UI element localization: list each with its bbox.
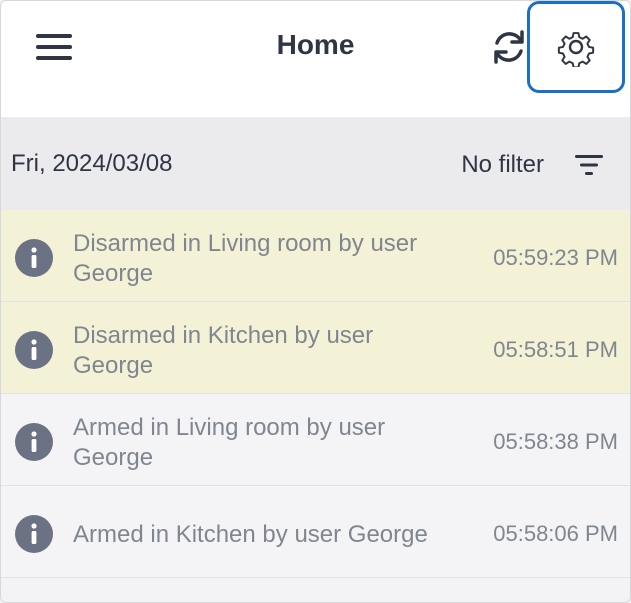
info-icon [15,515,53,553]
event-row[interactable]: Armed in Living room by user George 05:5… [1,394,630,486]
event-row[interactable]: Armed in Kitchen by user George 05:58:06… [1,486,630,578]
event-row[interactable]: Disarmed in Kitchen by user George 05:58… [1,302,630,394]
settings-button[interactable] [527,1,625,93]
refresh-icon [494,30,524,64]
info-icon [15,331,53,369]
date-label: Fri, 2024/03/08 [11,150,173,177]
event-time: 05:59:23 PM [493,245,618,270]
event-time: 05:58:38 PM [493,429,618,454]
filter-bar: Fri, 2024/03/08 No filter [1,117,630,210]
info-icon [15,239,53,277]
event-message: Armed in Living room by user George [73,414,386,471]
refresh-button[interactable] [485,25,533,69]
event-row[interactable]: Disarmed in Living room by user George 0… [1,210,630,302]
gear-icon [557,32,595,67]
filter-status[interactable]: No filter [461,151,544,179]
event-message: Disarmed in Kitchen by user George [73,322,374,379]
event-message: Disarmed in Living room by user George [73,230,418,287]
event-time: 05:58:51 PM [493,337,618,362]
top-app-bar: Home [1,1,630,117]
event-message: Armed in Kitchen by user George [73,521,428,548]
event-time: 05:58:06 PM [493,521,618,546]
event-list: Disarmed in Living room by user George 0… [1,210,630,578]
filter-lines-icon[interactable] [571,151,607,179]
info-icon [15,423,53,461]
app-frame: Home Fri, 2024/03/08 No filter Disarmed … [0,0,631,603]
